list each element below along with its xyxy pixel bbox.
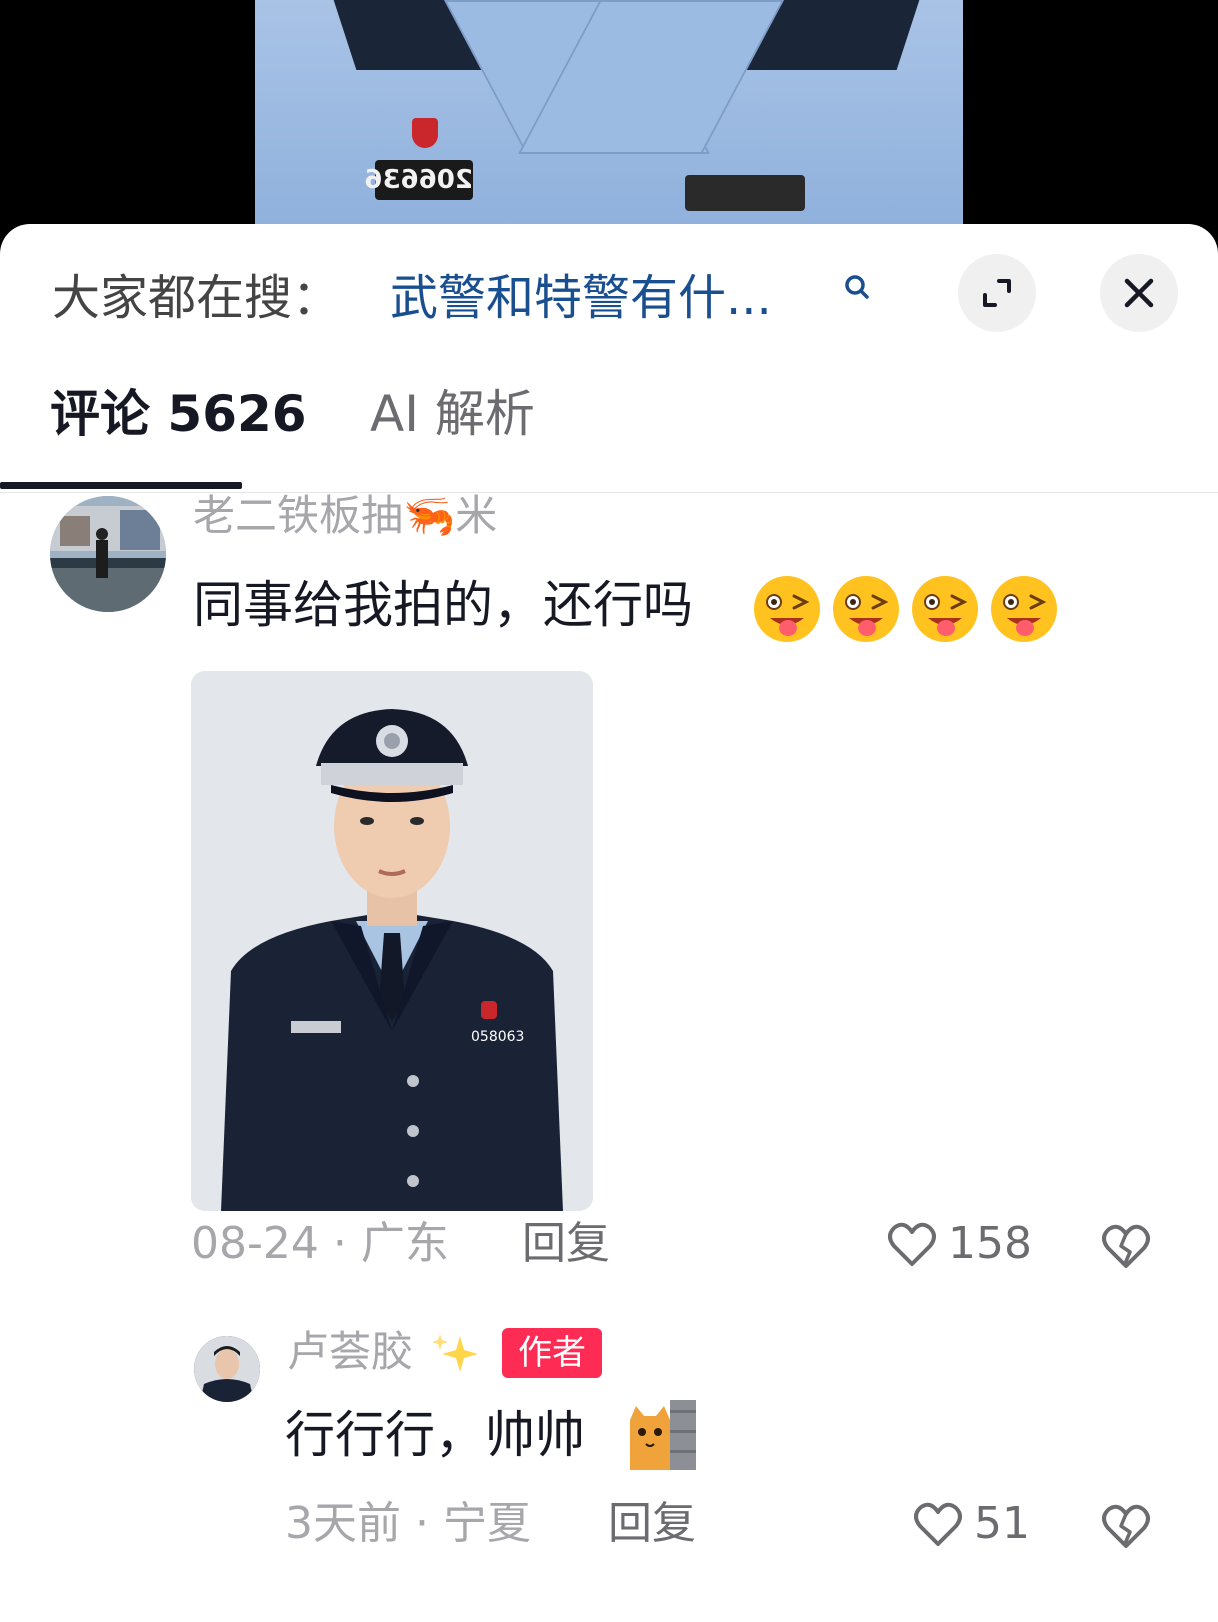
avatar[interactable] bbox=[50, 496, 166, 612]
cat-peek-wall-emoji-icon bbox=[630, 1400, 696, 1470]
like-count: 158 bbox=[948, 1218, 1032, 1269]
avatar-image bbox=[194, 1336, 260, 1402]
broken-heart-icon[interactable] bbox=[1100, 1222, 1152, 1270]
tab-bar: 评论 5626 AI 解析 bbox=[50, 374, 1218, 484]
tab-comments[interactable]: 评论 5626 bbox=[50, 374, 307, 454]
photo-badge-number: 058063 bbox=[471, 1029, 524, 1045]
emoji-row bbox=[750, 574, 1066, 644]
video-player[interactable]: 206636 bbox=[0, 0, 1218, 240]
video-frame: 206636 bbox=[255, 0, 963, 240]
wink-tongue-emoji-icon bbox=[754, 576, 820, 642]
video-badge-number: 206636 bbox=[364, 160, 473, 200]
comment-meta: 3天前 · 宁夏 bbox=[285, 1494, 531, 1554]
search-suggestion-row[interactable]: 大家都在搜： 武警和特警有什... bbox=[52, 266, 1218, 330]
close-button[interactable] bbox=[1100, 254, 1178, 332]
party-emblem bbox=[412, 118, 438, 148]
search-prefix: 大家都在搜： bbox=[52, 270, 341, 326]
police-portrait-image: 058063 bbox=[191, 671, 593, 1211]
comment-username[interactable]: 卢荟胶 bbox=[287, 1322, 413, 1382]
wink-tongue-emoji-icon bbox=[833, 576, 899, 642]
comment-text: 同事给我拍的，还行吗 bbox=[193, 576, 693, 634]
meta-separator: · bbox=[332, 1218, 347, 1269]
wink-tongue-emoji-icon bbox=[912, 576, 978, 642]
search-icon bbox=[845, 275, 869, 299]
meta-separator: · bbox=[415, 1498, 429, 1549]
comment-location: 广东 bbox=[360, 1218, 449, 1269]
comment-photo[interactable]: 058063 bbox=[191, 671, 593, 1211]
reply-button[interactable]: 回复 bbox=[608, 1494, 696, 1554]
expand-icon bbox=[983, 279, 1011, 307]
comment-location: 宁夏 bbox=[443, 1498, 531, 1549]
wink-tongue-emoji-icon bbox=[991, 576, 1057, 642]
broken-heart-icon[interactable] bbox=[1100, 1502, 1152, 1550]
comment-sheet: 大家都在搜： 武警和特警有什... 评论 5626 AI 解析 老二铁板抽🦐米 … bbox=[0, 224, 1218, 1622]
comment-meta: 08-24 · 广东 bbox=[191, 1214, 449, 1274]
comment-text: 行行行，帅帅 bbox=[285, 1406, 585, 1464]
comment-date: 3天前 bbox=[285, 1498, 401, 1549]
sparkle-icon bbox=[432, 1334, 478, 1372]
heart-icon bbox=[914, 1502, 962, 1546]
reply-button[interactable]: 回复 bbox=[522, 1214, 610, 1274]
avatar[interactable] bbox=[194, 1336, 260, 1402]
search-suggestion-link[interactable]: 武警和特警有什... bbox=[390, 266, 772, 330]
comment-date: 08-24 bbox=[191, 1218, 319, 1269]
name-tag bbox=[685, 175, 805, 211]
like-count: 51 bbox=[974, 1498, 1030, 1549]
avatar-image bbox=[50, 496, 166, 612]
heart-icon bbox=[888, 1222, 936, 1266]
comment-username[interactable]: 老二铁板抽🦐米 bbox=[193, 486, 497, 546]
close-icon bbox=[1124, 278, 1154, 308]
author-badge: 作者 bbox=[502, 1328, 602, 1378]
tab-ai-analysis[interactable]: AI 解析 bbox=[370, 374, 535, 454]
expand-button[interactable] bbox=[958, 254, 1036, 332]
divider bbox=[0, 492, 1218, 493]
